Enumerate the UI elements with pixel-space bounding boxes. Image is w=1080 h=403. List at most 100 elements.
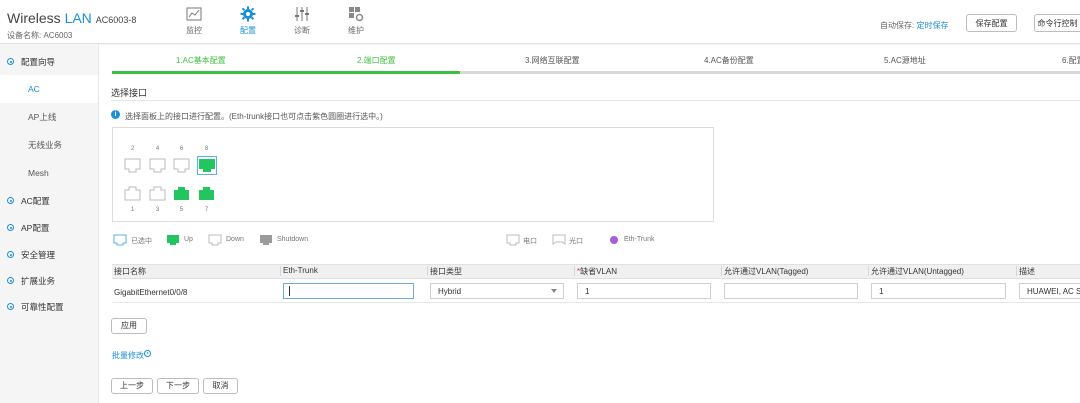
legend-shutdown-icon xyxy=(260,235,272,245)
nav-monitor-label: 监控 xyxy=(186,26,202,35)
device-model: AC6003-8 xyxy=(95,15,137,25)
description-input[interactable] xyxy=(1019,283,1080,299)
legend-optical-label: 光口 xyxy=(569,238,583,245)
nav-diagnose[interactable]: 诊断 xyxy=(282,6,322,36)
step-3[interactable]: 3.网络互联配置 xyxy=(525,55,580,66)
legend-down-icon xyxy=(208,234,222,246)
nav-maintain[interactable]: 维护 xyxy=(336,6,376,36)
sidebar-item-label: AC配置 xyxy=(21,196,50,206)
port-8-selected[interactable] xyxy=(197,156,217,175)
legend-selected-label: 已选中 xyxy=(131,238,152,245)
port-number: 2 xyxy=(130,146,135,152)
sidebar-item-label: 可靠性配置 xyxy=(21,302,64,312)
legend-electrical-icon xyxy=(506,234,520,246)
sidebar-item-extended[interactable]: 扩展业务 xyxy=(0,267,98,295)
sliders-icon xyxy=(295,7,309,21)
port-5-up[interactable] xyxy=(173,186,190,201)
step-1[interactable]: 1.AC基本配置 xyxy=(176,55,226,66)
port-number: 1 xyxy=(130,207,135,213)
circle-dot-icon xyxy=(7,277,14,284)
sidebar-item-reliability[interactable]: 可靠性配置 xyxy=(0,293,98,321)
col-separator xyxy=(427,266,428,276)
nav-diagnose-label: 诊断 xyxy=(294,26,310,35)
text-caret xyxy=(289,286,290,296)
gear-icon xyxy=(240,6,256,22)
col-separator xyxy=(721,266,722,276)
cancel-button[interactable]: 取消 xyxy=(203,378,238,394)
nav-config[interactable]: 配置 xyxy=(228,6,268,36)
maintenance-icon xyxy=(349,7,364,22)
autosave-link[interactable]: 定时保存 xyxy=(916,21,948,30)
step-2[interactable]: 2.端口配置 xyxy=(357,55,396,66)
legend-eth-trunk-icon xyxy=(610,236,618,244)
autosave-row: 自动保存: 定时保存 xyxy=(880,20,948,31)
info-text: 选择面板上的接口进行配置。(Eth-trunk接口也可点击紫色圆圈进行选中。) xyxy=(125,112,383,121)
device-name-value: AC6003 xyxy=(43,31,73,40)
port-6-down[interactable] xyxy=(173,158,190,173)
col-separator xyxy=(1016,266,1017,276)
step-6[interactable]: 6.配置 xyxy=(1062,55,1080,66)
cli-button[interactable]: 命令行控制 xyxy=(1034,14,1080,32)
port-2-down[interactable] xyxy=(124,158,141,173)
interface-type-select[interactable] xyxy=(430,283,564,299)
port-3-down[interactable] xyxy=(149,186,166,201)
col-description: 描述 xyxy=(1019,267,1035,276)
circle-dot-icon xyxy=(7,251,14,258)
apply-button[interactable]: 应用 xyxy=(111,318,147,334)
circle-dot-icon xyxy=(7,303,14,310)
step-4[interactable]: 4.AC备份配置 xyxy=(704,55,754,66)
port-number: 6 xyxy=(179,146,184,152)
sidebar-item-ac-config[interactable]: AC配置 xyxy=(0,187,98,215)
port-number: 7 xyxy=(204,207,209,213)
port-number: 3 xyxy=(155,207,160,213)
sidebar-item-wireless[interactable]: 无线业务 xyxy=(0,131,98,159)
circle-dot-icon xyxy=(7,224,14,231)
sidebar-item-label: 配置向导 xyxy=(21,57,56,67)
row-divider xyxy=(112,302,1080,303)
device-name-row: 设备名称: AC6003 xyxy=(7,30,72,41)
next-step-button[interactable]: 下一步 xyxy=(157,378,199,394)
eth-trunk-input[interactable] xyxy=(283,283,414,299)
sidebar-item-label: Mesh xyxy=(28,168,49,178)
sidebar-item-mesh[interactable]: Mesh xyxy=(0,159,98,187)
prev-step-button[interactable]: 上一步 xyxy=(111,378,153,394)
port-4-down[interactable] xyxy=(149,158,166,173)
col-interface-type: 接口类型 xyxy=(430,267,462,276)
port-1-down[interactable] xyxy=(124,186,141,201)
default-vlan-input[interactable] xyxy=(577,283,711,299)
sidebar-item-ap-config[interactable]: AP配置 xyxy=(0,214,98,242)
col-eth-trunk: Eth-Trunk xyxy=(283,266,318,275)
cell-interface-name: GigabitEthernet0/0/8 xyxy=(114,288,188,297)
untagged-vlan-input[interactable] xyxy=(871,283,1006,299)
step-5[interactable]: 5.AC源地址 xyxy=(884,55,926,66)
monitor-chart-icon xyxy=(186,7,202,21)
brand-wireless: Wireless xyxy=(7,10,61,26)
legend-up-icon xyxy=(167,235,179,245)
circle-dot-icon xyxy=(7,197,14,204)
step-progress-fill xyxy=(112,71,461,74)
sidebar-item-label: AP上线 xyxy=(28,112,57,122)
nav-config-label: 配置 xyxy=(240,26,256,35)
sidebar-item-label: 扩展业务 xyxy=(21,276,56,286)
sidebar-item-label: 无线业务 xyxy=(28,140,63,150)
sidebar-item-ap-online[interactable]: AP上线 xyxy=(0,103,98,131)
port-number: 4 xyxy=(155,146,160,152)
sidebar-item-label: AP配置 xyxy=(21,223,50,233)
legend-eth-trunk-label: Eth-Trunk xyxy=(624,236,655,243)
batch-modify-link[interactable]: 批量修改 xyxy=(112,350,144,361)
col-default-vlan: *缺省VLAN xyxy=(577,266,617,277)
sidebar-item-security[interactable]: 安全管理 xyxy=(0,241,98,269)
section-title: 选择接口 xyxy=(111,88,148,98)
tagged-vlan-input[interactable] xyxy=(724,283,858,299)
port-7-up[interactable] xyxy=(198,186,215,201)
legend-optical-icon xyxy=(552,234,566,245)
device-name-label: 设备名称: xyxy=(7,31,42,40)
sidebar-item-ac[interactable]: AC xyxy=(0,75,98,103)
chevron-right-circle-icon[interactable] xyxy=(144,350,151,357)
nav-monitor[interactable]: 监控 xyxy=(174,6,214,36)
sidebar-item-wizard[interactable]: 配置向导 xyxy=(0,48,98,76)
brand-logo: Wireless LAN AC6003-8 xyxy=(7,10,136,26)
save-config-button[interactable]: 保存配置 xyxy=(966,14,1017,32)
col-separator xyxy=(868,266,869,276)
col-separator xyxy=(280,266,281,276)
